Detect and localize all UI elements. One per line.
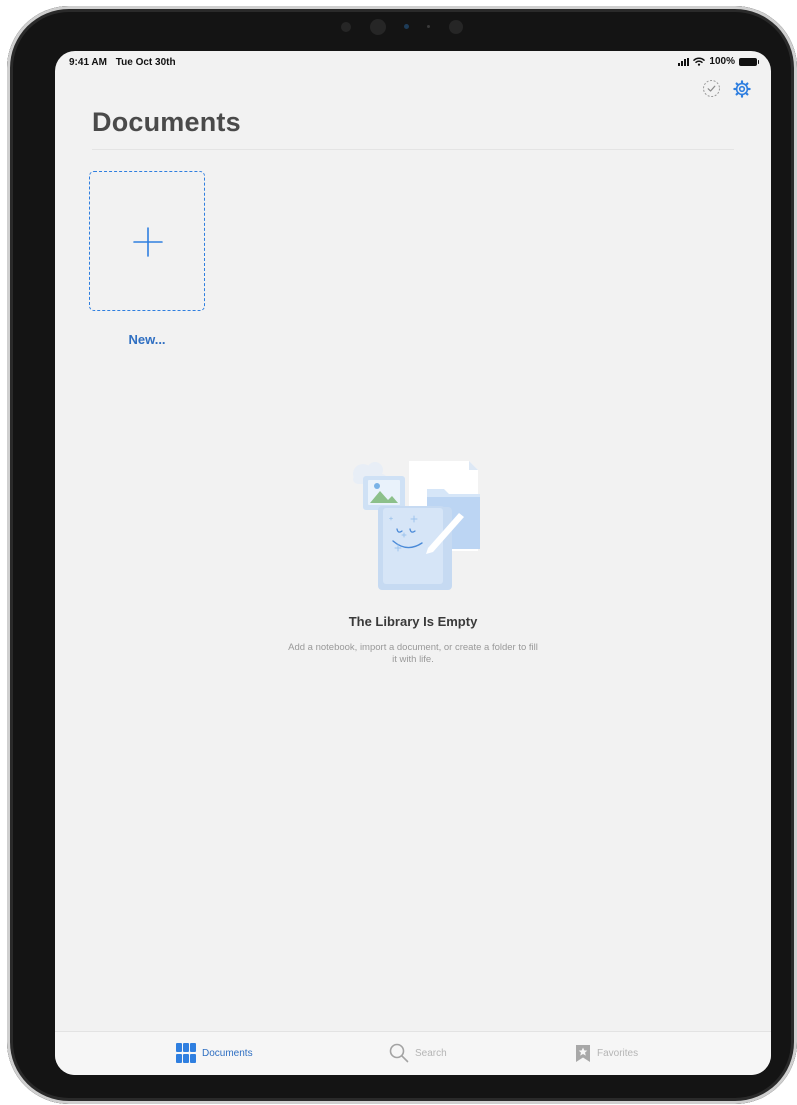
sensor-dot (448, 19, 463, 34)
tab-favorites-label: Favorites (597, 1047, 639, 1059)
battery-icon (739, 57, 759, 66)
battery-percent: 100% (709, 56, 735, 67)
empty-state-title: The Library Is Empty (348, 614, 478, 629)
app-screen: 9:41 AM Tue Oct 30th 100% Documents New.… (55, 51, 771, 1075)
status-time-date: 9:41 AM Tue Oct 30th (69, 57, 176, 68)
new-document-label[interactable]: New... (89, 332, 205, 347)
wifi-icon (693, 57, 706, 66)
status-date: Tue Oct 30th (115, 57, 176, 68)
bookmark-star-icon (576, 1044, 590, 1062)
tab-search[interactable]: Search (389, 1032, 447, 1074)
cellular-signal-icon (678, 57, 690, 66)
sensor-dot (341, 21, 352, 32)
page-title: Documents (92, 107, 241, 137)
tab-search-label: Search (415, 1047, 447, 1059)
sync-check-icon[interactable] (702, 79, 721, 98)
tab-favorites[interactable]: Favorites (575, 1032, 638, 1074)
sensor-dot (427, 25, 431, 29)
search-icon (389, 1043, 409, 1063)
tablet-device-frame: 9:41 AM Tue Oct 30th 100% Documents New.… (7, 6, 797, 1104)
header-actions (702, 79, 751, 98)
empty-library-illustration (353, 461, 480, 590)
new-document-tile[interactable] (89, 171, 205, 311)
status-bar: 9:41 AM Tue Oct 30th 100% (55, 51, 771, 73)
tab-documents[interactable]: Documents (176, 1032, 253, 1074)
grid-icon (176, 1043, 196, 1063)
empty-state-subtitle: Add a notebook, import a document, or cr… (288, 642, 538, 665)
title-divider (92, 149, 734, 150)
status-indicators: 100% (678, 56, 759, 67)
gear-icon[interactable] (733, 79, 751, 98)
camera-lens (404, 24, 409, 30)
sensor-dot (369, 18, 386, 35)
status-time: 9:41 AM (69, 57, 107, 68)
camera-sensor-array (7, 18, 797, 42)
tab-documents-label: Documents (202, 1047, 253, 1059)
plus-icon (133, 227, 163, 257)
tab-bar: Documents Search Favorites (55, 1031, 771, 1075)
